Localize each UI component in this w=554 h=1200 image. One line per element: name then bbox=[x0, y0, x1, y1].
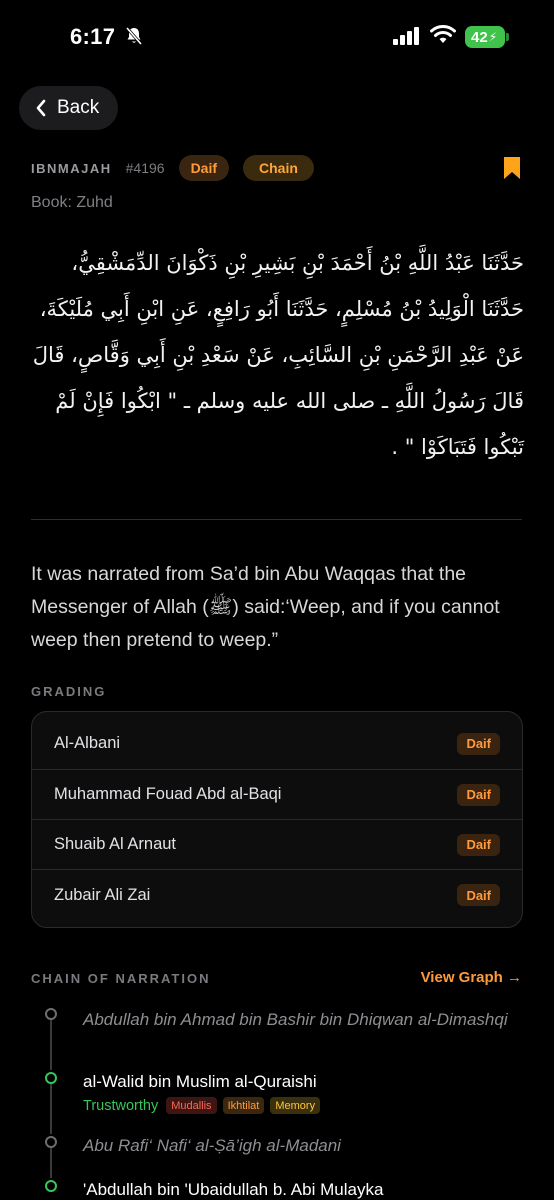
grade-badge: Daif bbox=[457, 783, 500, 806]
grading-row: Al-Albani Daif bbox=[32, 712, 522, 770]
arabic-text: حَدَّثَنَا عَبْدُ اللَّهِ بْنُ أَحْمَدَ … bbox=[32, 251, 524, 459]
grader-name: Al-Albani bbox=[54, 734, 121, 752]
back-label: Back bbox=[57, 97, 100, 118]
bell-slash-icon bbox=[124, 26, 144, 51]
battery-charging-icon: 42 ⚡ bbox=[465, 26, 505, 48]
narrator-item[interactable]: Abu Rafi‘ Nafi‘ al-Ṣā’igh al-Madani bbox=[83, 1135, 523, 1157]
grade-badge: Daif bbox=[457, 732, 500, 755]
back-button[interactable]: Back bbox=[19, 86, 118, 130]
view-graph-link[interactable]: View Graph → bbox=[421, 969, 522, 986]
timeline-dot bbox=[45, 1136, 57, 1148]
grading-row: Muhammad Fouad Abd al-Baqi Daif bbox=[32, 770, 522, 820]
chain-label: CHAIN OF NARRATION bbox=[31, 971, 211, 986]
narrator-item[interactable]: Abdullah bin Ahmad bin Bashir bin Dhiqwa… bbox=[83, 1009, 523, 1031]
hadith-number: #4196 bbox=[125, 160, 165, 176]
narrator-tags: Trustworthy Mudallis Ikhtilat Memory bbox=[83, 1097, 326, 1114]
timeline-dot bbox=[45, 1180, 57, 1192]
battery-level: 42 bbox=[471, 28, 488, 46]
grade-pill: Daif bbox=[178, 155, 230, 181]
timeline-connector bbox=[50, 1084, 52, 1134]
chain-pill[interactable]: Chain bbox=[243, 155, 314, 181]
chevron-left-icon bbox=[36, 99, 46, 117]
tag-badge: Mudallis bbox=[166, 1097, 217, 1114]
grade-badge: Daif bbox=[457, 884, 500, 906]
grader-name: Muhammad Fouad Abd al-Baqi bbox=[54, 785, 282, 803]
signal-bars-icon bbox=[393, 27, 421, 50]
tag-badge: Ikhtilat bbox=[222, 1097, 265, 1114]
grade-badge: Daif bbox=[457, 833, 500, 856]
status-bar: 6:17 42 ⚡ bbox=[0, 0, 554, 76]
grading-row: Zubair Ali Zai Daif bbox=[32, 870, 522, 920]
narrator-item[interactable]: al-Walid bin Muslim al-Quraishi bbox=[83, 1071, 523, 1093]
divider bbox=[31, 519, 522, 520]
english-translation: It was narrated from Sa’d bin Abu Waqqas… bbox=[31, 563, 500, 651]
status-time: 6:17 bbox=[70, 24, 116, 49]
reliability-label: Trustworthy bbox=[83, 1097, 159, 1114]
book-label: Book: Zuhd bbox=[31, 194, 113, 211]
tag-badge: Memory bbox=[270, 1097, 321, 1114]
timeline-dot bbox=[45, 1072, 57, 1084]
grading-label: GRADING bbox=[31, 684, 107, 699]
narrator-item[interactable]: 'Abdullah bin 'Ubaidullah b. Abi Mulayka bbox=[83, 1179, 523, 1200]
timeline-connector bbox=[50, 1020, 52, 1070]
collection-name: IBNMAJAH bbox=[31, 160, 112, 176]
hadith-meta: IBNMAJAH #4196 Daif Chain bbox=[31, 154, 521, 182]
timeline-connector bbox=[50, 1148, 52, 1178]
grading-card: Al-Albani Daif Muhammad Fouad Abd al-Baq… bbox=[31, 711, 523, 928]
bookmark-icon[interactable] bbox=[503, 156, 521, 185]
wifi-icon bbox=[430, 25, 456, 50]
timeline-dot bbox=[45, 1008, 57, 1020]
grading-row: Shuaib Al Arnaut Daif bbox=[32, 820, 522, 870]
grader-name: Shuaib Al Arnaut bbox=[54, 835, 177, 853]
grader-name: Zubair Ali Zai bbox=[54, 885, 151, 904]
